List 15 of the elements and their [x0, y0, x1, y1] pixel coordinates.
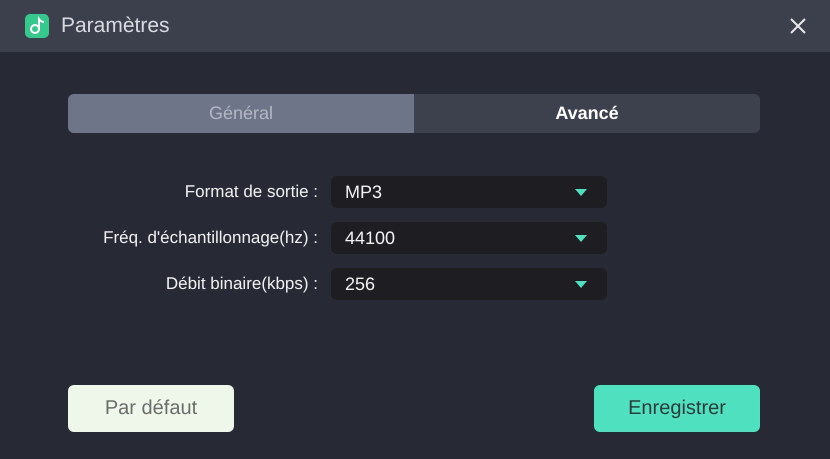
caret-icon	[575, 280, 587, 288]
field-label: Fréq. d'échantillonnage(hz) :	[102, 228, 318, 248]
caret-icon	[575, 234, 587, 242]
caret-icon	[575, 188, 587, 196]
field-label: Format de sortie :	[184, 182, 318, 202]
close-icon	[788, 16, 808, 36]
app-logo-icon	[25, 14, 49, 38]
field-label: Débit binaire(kbps) :	[164, 274, 318, 294]
dropdown[interactable]: MP3	[331, 176, 607, 208]
default-button[interactable]: Par défaut	[68, 385, 234, 432]
dropdown[interactable]: 256	[331, 268, 607, 300]
window-title: Paramètres	[61, 14, 171, 38]
close-button[interactable]	[788, 16, 808, 36]
dropdown[interactable]: 44100	[331, 222, 607, 254]
save-button[interactable]: Enregistrer	[594, 385, 760, 432]
